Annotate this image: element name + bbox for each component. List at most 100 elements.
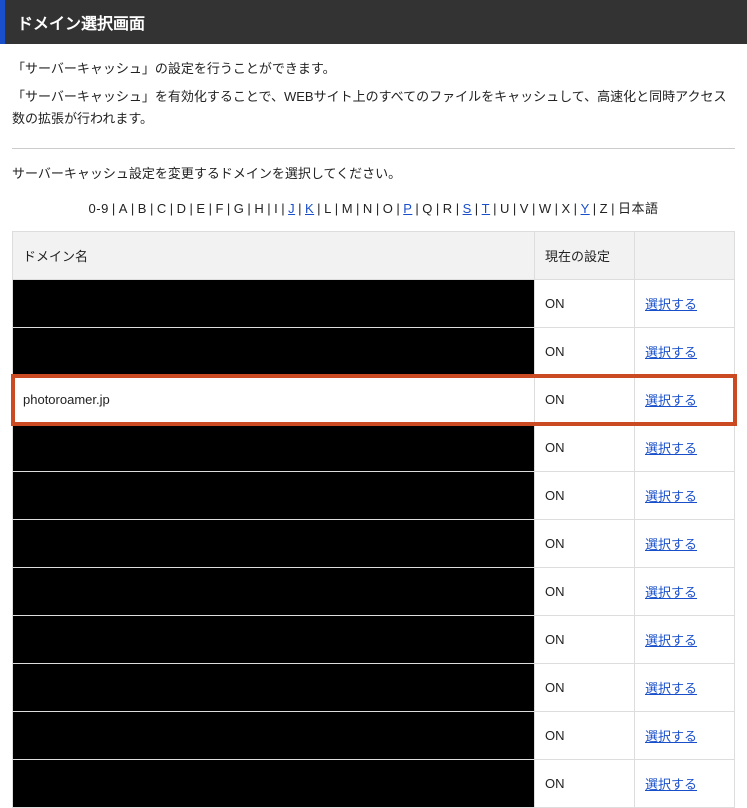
alpha-nav-separator: | [373, 201, 383, 216]
alpha-nav-item-S[interactable]: S [463, 201, 472, 216]
alpha-nav-item-日本語: 日本語 [618, 201, 659, 216]
alpha-nav-separator: | [295, 201, 305, 216]
cell-domain [13, 616, 535, 664]
alpha-nav-item-D: D [177, 201, 187, 216]
alpha-nav-separator: | [571, 201, 581, 216]
select-link[interactable]: 選択する [645, 585, 697, 600]
alpha-nav-item-L: L [324, 201, 332, 216]
cell-action: 選択する [635, 328, 735, 376]
alpha-nav-item-Y[interactable]: Y [581, 201, 590, 216]
cell-status: ON [535, 760, 635, 808]
alpha-nav-item-M: M [342, 201, 353, 216]
alpha-nav-separator: | [590, 201, 600, 216]
alpha-nav-item-K[interactable]: K [305, 201, 314, 216]
cell-domain [13, 520, 535, 568]
alpha-nav-item-G: G [234, 201, 245, 216]
description-block: 「サーバーキャッシュ」の設定を行うことができます。 「サーバーキャッシュ」を有効… [12, 58, 735, 130]
alpha-nav-separator: | [206, 201, 216, 216]
select-link[interactable]: 選択する [645, 489, 697, 504]
alpha-nav-item-P[interactable]: P [403, 201, 412, 216]
instruction-text: サーバーキャッシュ設定を変更するドメインを選択してください。 [12, 163, 735, 182]
alpha-nav-separator: | [244, 201, 254, 216]
select-link[interactable]: 選択する [645, 441, 697, 456]
cell-status: ON [535, 280, 635, 328]
cell-status: ON [535, 520, 635, 568]
select-link[interactable]: 選択する [645, 681, 697, 696]
alpha-nav-separator: | [128, 201, 138, 216]
cell-domain: photoroamer.jp [13, 376, 535, 424]
cell-domain [13, 568, 535, 616]
alpha-nav-separator: | [433, 201, 443, 216]
alpha-nav-item-X: X [562, 201, 571, 216]
alpha-nav-item-T[interactable]: T [482, 201, 490, 216]
alpha-nav-item-F: F [215, 201, 223, 216]
cell-action: 選択する [635, 376, 735, 424]
alpha-nav-item-W: W [539, 201, 552, 216]
select-link[interactable]: 選択する [645, 345, 697, 360]
alpha-nav-separator: | [264, 201, 274, 216]
alpha-nav-separator: | [453, 201, 463, 216]
cell-status: ON [535, 664, 635, 712]
table-row: ON 選択する [13, 664, 735, 712]
cell-status: ON [535, 616, 635, 664]
col-header-action [635, 232, 735, 280]
alpha-nav-item-V: V [520, 201, 529, 216]
table-row: ON 選択する [13, 760, 735, 808]
select-link[interactable]: 選択する [645, 393, 697, 408]
cell-status: ON [535, 568, 635, 616]
select-link[interactable]: 選択する [645, 777, 697, 792]
alpha-nav-separator: | [332, 201, 342, 216]
cell-domain [13, 424, 535, 472]
col-header-status: 現在の設定 [535, 232, 635, 280]
alpha-nav-separator: | [224, 201, 234, 216]
select-link[interactable]: 選択する [645, 537, 697, 552]
alpha-nav-separator: | [187, 201, 197, 216]
cell-action: 選択する [635, 664, 735, 712]
alpha-nav-separator: | [109, 201, 119, 216]
alpha-nav-separator: | [608, 201, 618, 216]
description-line-2: 「サーバーキャッシュ」を有効化することで、WEBサイト上のすべてのファイルをキャ… [12, 86, 735, 130]
select-link[interactable]: 選択する [645, 633, 697, 648]
table-row: ON 選択する [13, 520, 735, 568]
table-row: photoroamer.jpON 選択する [13, 376, 735, 424]
cell-action: 選択する [635, 280, 735, 328]
alpha-nav-separator: | [552, 201, 562, 216]
domain-table: ドメイン名 現在の設定 ON選択するON選択するphotoroamer.jpON… [12, 231, 735, 808]
cell-status: ON [535, 376, 635, 424]
cell-action: 選択する [635, 472, 735, 520]
alpha-nav-item-0-9: 0-9 [89, 201, 109, 216]
cell-action: 選択する [635, 616, 735, 664]
cell-action: 選択する [635, 424, 735, 472]
cell-domain [13, 328, 535, 376]
table-row: ON 選択する [13, 616, 735, 664]
alpha-nav-item-C: C [157, 201, 167, 216]
alpha-nav-separator: | [167, 201, 177, 216]
cell-domain [13, 280, 535, 328]
cell-action: 選択する [635, 520, 735, 568]
alpha-nav-separator: | [490, 201, 500, 216]
alpha-nav-separator: | [278, 201, 288, 216]
alpha-nav-separator: | [472, 201, 482, 216]
alpha-nav-separator: | [393, 201, 403, 216]
table-row: ON 選択する [13, 568, 735, 616]
alpha-nav-item-N: N [363, 201, 373, 216]
table-row: ON 選択する [13, 280, 735, 328]
alpha-nav-item-U: U [500, 201, 510, 216]
cell-status: ON [535, 328, 635, 376]
alpha-nav-item-Z: Z [600, 201, 608, 216]
alpha-nav-separator: | [412, 201, 422, 216]
select-link[interactable]: 選択する [645, 297, 697, 312]
col-header-domain: ドメイン名 [13, 232, 535, 280]
divider [12, 148, 735, 149]
alpha-nav-item-H: H [254, 201, 264, 216]
cell-domain [13, 712, 535, 760]
cell-domain [13, 664, 535, 712]
cell-action: 選択する [635, 712, 735, 760]
cell-domain [13, 472, 535, 520]
cell-action: 選択する [635, 760, 735, 808]
select-link[interactable]: 選択する [645, 729, 697, 744]
alpha-nav-separator: | [529, 201, 539, 216]
alpha-nav-item-O: O [383, 201, 394, 216]
alpha-nav-separator: | [353, 201, 363, 216]
cell-status: ON [535, 424, 635, 472]
